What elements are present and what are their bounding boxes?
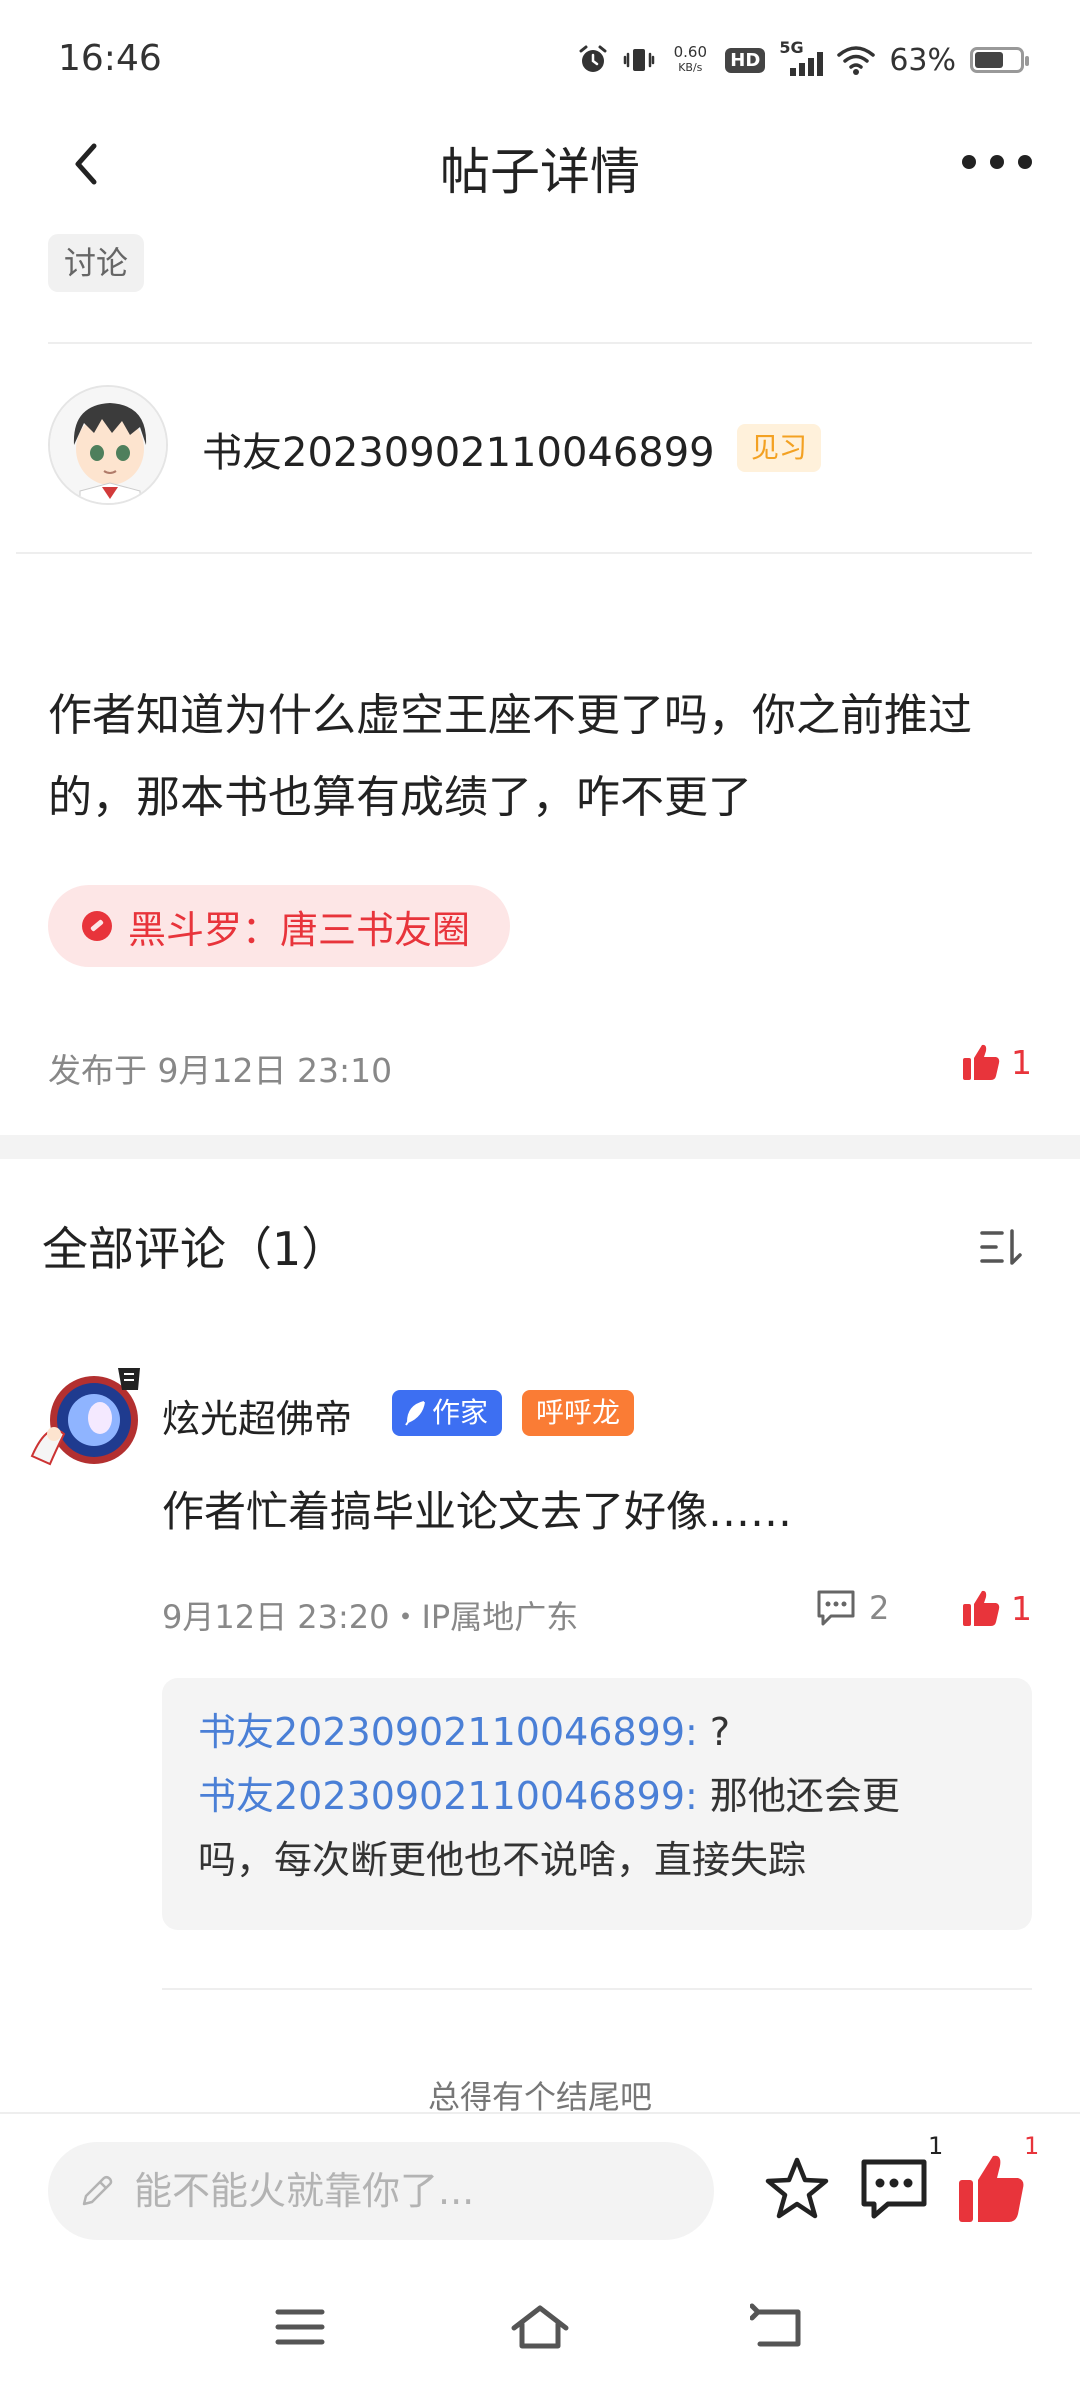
circle-icon <box>82 911 112 941</box>
reply-count: 2 <box>869 1589 890 1627</box>
commenter-avatar[interactable] <box>28 1360 156 1472</box>
system-nav-bar <box>0 2262 1080 2388</box>
status-bar: 16:46 0.60 KB/s HD 5G 63% <box>0 0 1080 118</box>
star-icon[interactable] <box>762 2154 832 2224</box>
vibrate-icon <box>624 49 655 71</box>
status-time: 16:46 <box>58 38 162 79</box>
circle-label: 黑斗罗：唐三书友圈 <box>128 907 471 952</box>
avatar-image <box>30 1368 140 1466</box>
reply-user[interactable]: 书友20230902110046899: <box>198 1774 698 1818</box>
hd-icon: HD <box>725 47 766 73</box>
reply-text: ? <box>697 1710 731 1754</box>
status-icons: 0.60 KB/s HD 5G 63% <box>577 38 1029 82</box>
publish-time: 发布于 9月12日 23:10 <box>48 1051 393 1090</box>
wifi-icon <box>837 46 876 75</box>
home-icon[interactable] <box>510 2302 570 2352</box>
reply-item[interactable]: 书友20230902110046899: ? <box>198 1700 996 1764</box>
bottom-bar: 1 1 <box>0 2112 1080 2262</box>
menu-icon[interactable] <box>270 2302 330 2352</box>
reply-user[interactable]: 书友20230902110046899: <box>198 1710 698 1754</box>
thumbs-up-icon <box>963 1590 1000 1626</box>
comment-icon <box>817 1590 855 1626</box>
commenter-name[interactable]: 炫光超佛帝 <box>162 1388 352 1443</box>
comment-like-button[interactable]: 1 <box>961 1588 1032 1628</box>
post-like-count: 1 <box>1011 1042 1032 1082</box>
alarm-icon <box>579 45 607 72</box>
comment-icon[interactable] <box>858 2154 930 2224</box>
post-tag[interactable]: 讨论 <box>48 234 145 292</box>
comments-title: 全部评论（1） <box>42 1222 348 1276</box>
feather-icon <box>405 1401 425 1426</box>
comment-input-box[interactable] <box>48 2142 714 2240</box>
writer-badge: 作家 <box>392 1390 503 1436</box>
net-speed: 0.60 KB/s <box>673 43 707 74</box>
author-name[interactable]: 书友20230902110046899 <box>202 420 715 478</box>
pencil-icon <box>82 2175 113 2206</box>
back-icon[interactable] <box>58 136 114 192</box>
post-body: 作者知道为什么虚空王座不更了吗，你之前推过的，那本书也算有成绩了，咋不更了 <box>48 690 972 823</box>
comment-input[interactable] <box>134 2169 694 2213</box>
fan-badge: 呼呼龙 <box>522 1390 635 1436</box>
comment-meta: 9月12日 23:20・IP属地广东 <box>162 1598 579 1636</box>
replies-box[interactable]: 书友20230902110046899: ? 书友202309021100468… <box>162 1678 1032 1930</box>
reply-button[interactable]: 2 <box>815 1588 889 1628</box>
post-like-button[interactable]: 1 <box>961 1042 1032 1082</box>
comment-text: 作者忙着搞毕业论文去了好像…… <box>162 1487 793 1536</box>
more-icon[interactable] <box>962 142 1032 182</box>
page-title: 帖子详情 <box>440 143 640 201</box>
divider <box>162 1988 1032 1990</box>
sort-icon[interactable] <box>978 1225 1024 1269</box>
divider <box>48 342 1032 344</box>
comment-count: 1 <box>928 2132 944 2160</box>
battery-icon <box>970 47 1029 73</box>
divider <box>16 552 1032 554</box>
reply-text: 那他还会更 <box>697 1774 900 1818</box>
thumbs-up-icon <box>963 1044 1000 1080</box>
nav-bar: 帖子详情 <box>0 118 1080 210</box>
level-badge: 见习 <box>737 424 822 472</box>
avatar-image <box>50 387 166 503</box>
reply-text-continued: 吗，每次断更他也不说啥，直接失踪 <box>198 1838 807 1882</box>
like-count: 1 <box>1024 2132 1040 2160</box>
section-gap <box>0 1135 1080 1159</box>
battery-text: 63% <box>889 42 956 78</box>
comment-like-count: 1 <box>1011 1588 1032 1628</box>
back-nav-icon[interactable] <box>750 2302 810 2352</box>
circle-link[interactable]: 黑斗罗：唐三书友圈 <box>48 885 511 967</box>
reply-item[interactable]: 书友20230902110046899: 那他还会更 <box>198 1764 996 1828</box>
author-avatar[interactable] <box>48 385 168 505</box>
thumbs-up-icon[interactable] <box>955 2150 1025 2226</box>
battery-fill <box>975 52 1003 68</box>
signal-icon: 5G <box>779 38 824 78</box>
